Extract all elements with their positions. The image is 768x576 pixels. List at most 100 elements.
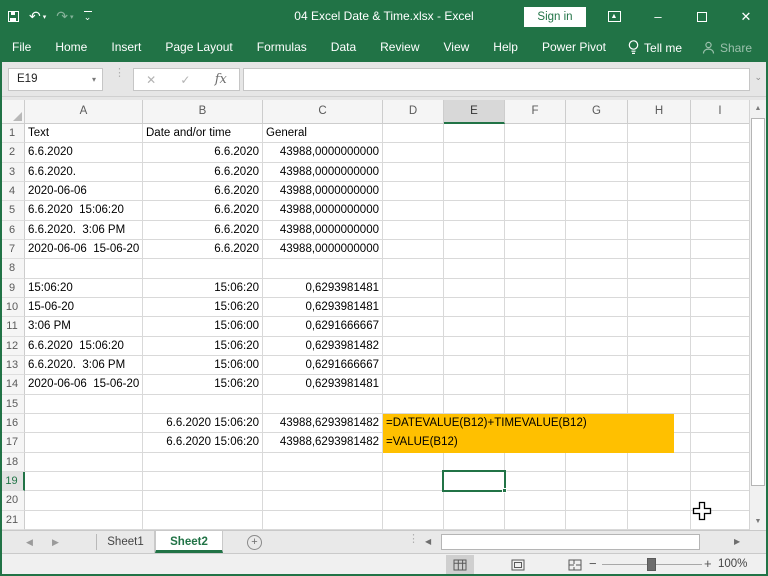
cell-C17[interactable]: 43988,6293981482	[263, 433, 383, 453]
cell-G1[interactable]	[566, 124, 628, 144]
cell-I3[interactable]	[691, 162, 750, 182]
cell-B9[interactable]: 15:06:20	[143, 278, 263, 298]
row-header-2[interactable]: 2	[0, 143, 25, 163]
cell-F8[interactable]	[505, 259, 566, 279]
cell-H11[interactable]	[628, 317, 691, 337]
row-header-14[interactable]: 14	[0, 375, 25, 395]
cell-B12[interactable]: 15:06:20	[143, 336, 263, 356]
cell-A15[interactable]	[25, 394, 143, 414]
cell-C11[interactable]: 0,6291666667	[263, 317, 383, 337]
cell-E3[interactable]	[444, 162, 505, 182]
page-break-view-button[interactable]	[561, 555, 589, 574]
cell-D4[interactable]	[383, 181, 444, 202]
cell-C15[interactable]	[263, 394, 383, 414]
cell-H15[interactable]	[628, 394, 691, 414]
ribbon-tab-data[interactable]: Data	[319, 33, 368, 62]
row-header-19[interactable]: 19	[0, 471, 25, 492]
cell-B14[interactable]: 15:06:20	[143, 375, 263, 395]
cell-A19[interactable]	[25, 471, 143, 492]
cell-D2[interactable]	[383, 143, 444, 163]
cancel-icon[interactable]: ✕	[146, 73, 156, 87]
ribbon-display-options-button[interactable]: ▲	[592, 0, 636, 33]
cell-D6[interactable]	[383, 220, 444, 240]
cell-G9[interactable]	[566, 278, 628, 298]
column-header-H[interactable]: H	[628, 100, 691, 124]
cell-F4[interactable]	[505, 181, 566, 202]
cell-B7[interactable]: 6.6.2020	[143, 239, 263, 260]
cell-C7[interactable]: 43988,0000000000	[263, 239, 383, 260]
cell-I13[interactable]	[691, 355, 750, 376]
cell-G11[interactable]	[566, 317, 628, 337]
cell-E1[interactable]	[444, 124, 505, 144]
cell-A8[interactable]	[25, 259, 143, 279]
cell-D19[interactable]	[383, 471, 444, 492]
cell-H12[interactable]	[628, 336, 691, 356]
tell-me-button[interactable]: Tell me	[618, 39, 692, 56]
cell-G18[interactable]	[566, 452, 628, 472]
zoom-slider-thumb[interactable]	[647, 558, 656, 571]
cell-H9[interactable]	[628, 278, 691, 298]
cell-B11[interactable]: 15:06:00	[143, 317, 263, 337]
cell-I17[interactable]	[691, 433, 750, 453]
ribbon-tab-view[interactable]: View	[432, 33, 482, 62]
cell-H7[interactable]	[628, 239, 691, 260]
hscroll-right-icon[interactable]: ▶	[734, 531, 740, 553]
cell-F2[interactable]	[505, 143, 566, 163]
row-header-3[interactable]: 3	[0, 162, 25, 182]
cell-I18[interactable]	[691, 452, 750, 472]
sheet-tab-sheet1[interactable]: Sheet1	[97, 531, 155, 553]
cell-D5[interactable]	[383, 201, 444, 221]
cell-D10[interactable]	[383, 297, 444, 318]
row-header-12[interactable]: 12	[0, 336, 25, 356]
column-header-D[interactable]: D	[383, 100, 444, 124]
column-header-C[interactable]: C	[263, 100, 383, 124]
cell-C10[interactable]: 0,6293981481	[263, 297, 383, 318]
cell-F12[interactable]	[505, 336, 566, 356]
cell-F19[interactable]	[505, 471, 566, 492]
row-header-4[interactable]: 4	[0, 181, 25, 202]
cell-D7[interactable]	[383, 239, 444, 260]
cell-D11[interactable]	[383, 317, 444, 337]
cell-A3[interactable]: 6.6.2020.	[25, 162, 143, 182]
vertical-scrollbar[interactable]: ▲ ▼	[749, 100, 766, 530]
formula-input[interactable]	[243, 68, 750, 91]
cell-I15[interactable]	[691, 394, 750, 414]
formula-bar-expand-icon[interactable]: ⌄	[754, 72, 762, 83]
row-header-16[interactable]: 16	[0, 413, 25, 434]
cell-I2[interactable]	[691, 143, 750, 163]
cell-F1[interactable]	[505, 124, 566, 144]
cell-D15[interactable]	[383, 394, 444, 414]
cell-H4[interactable]	[628, 181, 691, 202]
cell-A18[interactable]	[25, 452, 143, 472]
normal-view-button[interactable]	[446, 555, 474, 574]
cell-F13[interactable]	[505, 355, 566, 376]
cell-B8[interactable]	[143, 259, 263, 279]
cell-C4[interactable]: 43988,0000000000	[263, 181, 383, 202]
column-header-G[interactable]: G	[566, 100, 628, 124]
cell-E20[interactable]	[444, 491, 505, 511]
cell-E9[interactable]	[444, 278, 505, 298]
cell-B10[interactable]: 15:06:20	[143, 297, 263, 318]
zoom-in-button[interactable]: +	[704, 554, 712, 574]
ribbon-tab-file[interactable]: File	[0, 33, 43, 62]
scroll-up-icon[interactable]: ▲	[750, 100, 766, 117]
cell-D9[interactable]	[383, 278, 444, 298]
cell-I9[interactable]	[691, 278, 750, 298]
ribbon-tab-formulas[interactable]: Formulas	[245, 33, 319, 62]
cell-C9[interactable]: 0,6293981481	[263, 278, 383, 298]
horizontal-scrollbar-thumb[interactable]	[441, 534, 700, 550]
cell-F20[interactable]	[505, 491, 566, 511]
cell-I8[interactable]	[691, 259, 750, 279]
column-header-A[interactable]: A	[25, 100, 143, 124]
cell-I12[interactable]	[691, 336, 750, 356]
cell-A2[interactable]: 6.6.2020	[25, 143, 143, 163]
insert-function-icon[interactable]: fx	[215, 72, 227, 87]
cell-B18[interactable]	[143, 452, 263, 472]
new-sheet-button[interactable]: +	[247, 535, 262, 550]
cell-I11[interactable]	[691, 317, 750, 337]
cell-D1[interactable]	[383, 124, 444, 144]
sheet-tab-sheet2[interactable]: Sheet2	[155, 531, 223, 553]
cell-A6[interactable]: 6.6.2020. 3:06 PM	[25, 220, 143, 240]
cell-I5[interactable]	[691, 201, 750, 221]
cell-B1[interactable]: Date and/or time	[143, 124, 263, 144]
